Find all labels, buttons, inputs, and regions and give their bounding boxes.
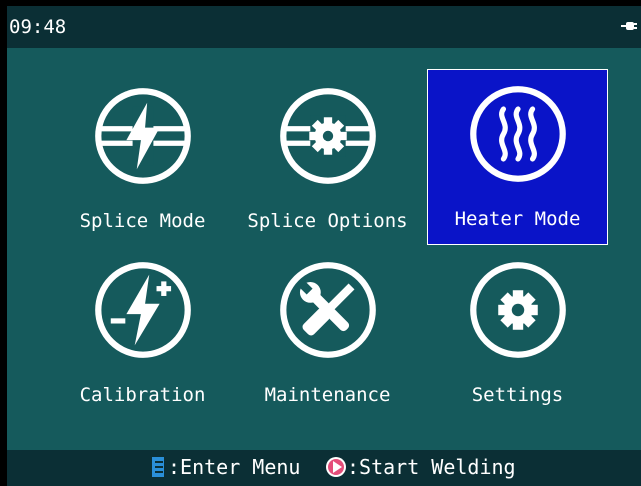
menu-item-label: Calibration: [79, 384, 206, 406]
calibration-lightning-plus-icon: [94, 262, 191, 358]
menu-item-maintenance[interactable]: Maintenance: [237, 246, 418, 423]
menu-item-label: Heater Mode: [454, 208, 581, 230]
heater-waves-icon: [469, 86, 566, 182]
start-welding-text: :Start Welding: [347, 455, 516, 479]
battery-plug-icon: [621, 22, 637, 30]
menu-item-splice-options[interactable]: Splice Options: [237, 72, 418, 249]
splice-gear-icon: [279, 88, 376, 184]
menu-item-label: Splice Options: [247, 210, 408, 232]
screen: 09:48 Splice Mode Splice Options Heater …: [7, 6, 641, 486]
footer-hints: :Enter Menu :Start Welding: [7, 450, 641, 486]
start-welding-hint: :Start Welding: [325, 455, 516, 479]
wrench-screwdriver-icon: [279, 262, 376, 358]
gear-icon: [469, 262, 566, 358]
menu-item-label: Splice Mode: [79, 210, 206, 232]
menu-item-heater-mode[interactable]: Heater Mode: [427, 69, 608, 245]
play-key-icon: [326, 457, 346, 477]
menu-item-label: Settings: [471, 384, 564, 406]
menu-item-settings[interactable]: Settings: [427, 246, 608, 423]
menu-item-label: Maintenance: [264, 384, 391, 406]
enter-menu-text: :Enter Menu: [168, 455, 301, 479]
status-bar: 09:48: [7, 6, 641, 48]
clock: 09:48: [9, 16, 67, 38]
menu-key-icon: [152, 457, 164, 477]
menu-item-splice-mode[interactable]: Splice Mode: [52, 72, 233, 249]
enter-menu-hint: :Enter Menu: [150, 455, 300, 479]
menu-item-calibration[interactable]: Calibration: [52, 246, 233, 423]
splice-lightning-icon: [94, 88, 191, 184]
